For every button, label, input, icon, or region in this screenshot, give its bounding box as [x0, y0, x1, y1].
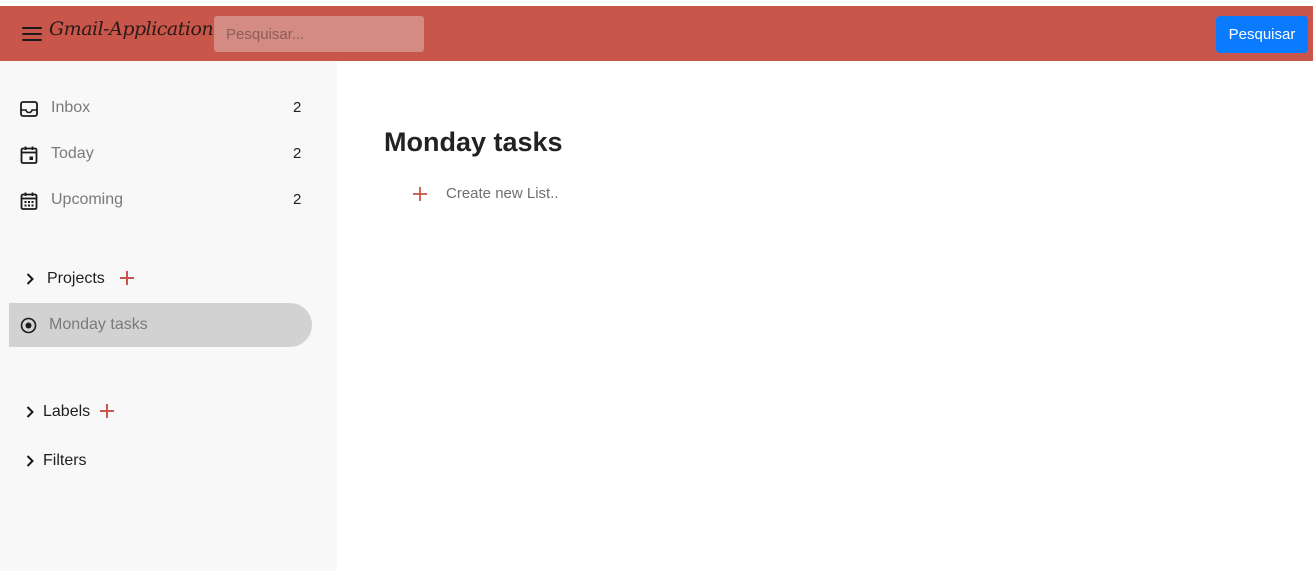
inbox-icon [20, 101, 38, 117]
radio-circle-icon [20, 317, 37, 334]
sidebar-item-count: 2 [293, 145, 302, 162]
app-header: Gmail-Application Pesquisar [0, 6, 1313, 61]
sidebar-item-label: Inbox [51, 99, 91, 116]
sidebar-item-count: 2 [293, 191, 302, 208]
app-title: Gmail-Application [49, 18, 214, 40]
sidebar-item-count: 2 [293, 99, 302, 116]
projects-section-header[interactable]: Projects [0, 264, 337, 294]
sidebar-item-today[interactable]: Today 2 [0, 136, 337, 172]
sidebar-item-inbox[interactable]: Inbox 2 [0, 90, 337, 126]
sidebar-item-label: Upcoming [51, 191, 124, 208]
page-title: Monday tasks [384, 127, 563, 157]
labels-section-header[interactable]: Labels [0, 397, 337, 427]
sidebar-item-label: Today [51, 145, 94, 162]
calendar-upcoming-icon [20, 192, 38, 210]
create-new-list-label: Create new List.. [446, 185, 559, 202]
plus-icon [413, 187, 427, 201]
hamburger-menu-icon[interactable] [22, 25, 42, 43]
create-new-list-button[interactable]: Create new List.. [408, 182, 608, 206]
labels-label: Labels [43, 403, 91, 420]
project-item-label: Monday tasks [49, 316, 148, 333]
chevron-right-icon[interactable] [23, 405, 37, 419]
add-label-plus-icon[interactable] [99, 403, 115, 419]
search-button[interactable]: Pesquisar [1216, 16, 1308, 53]
filters-section-header[interactable]: Filters [0, 446, 337, 476]
sidebar-item-upcoming[interactable]: Upcoming 2 [0, 182, 337, 218]
add-project-plus-icon[interactable] [119, 270, 135, 286]
sidebar: Inbox 2 Today 2 Upcoming 2 Projects Mond… [0, 61, 337, 571]
search-input[interactable] [214, 16, 424, 52]
chevron-right-icon[interactable] [23, 272, 37, 286]
calendar-today-icon [20, 146, 38, 164]
projects-label: Projects [47, 270, 105, 287]
filters-label: Filters [43, 452, 87, 469]
chevron-right-icon[interactable] [23, 454, 37, 468]
project-item-monday-tasks[interactable]: Monday tasks [9, 303, 312, 347]
